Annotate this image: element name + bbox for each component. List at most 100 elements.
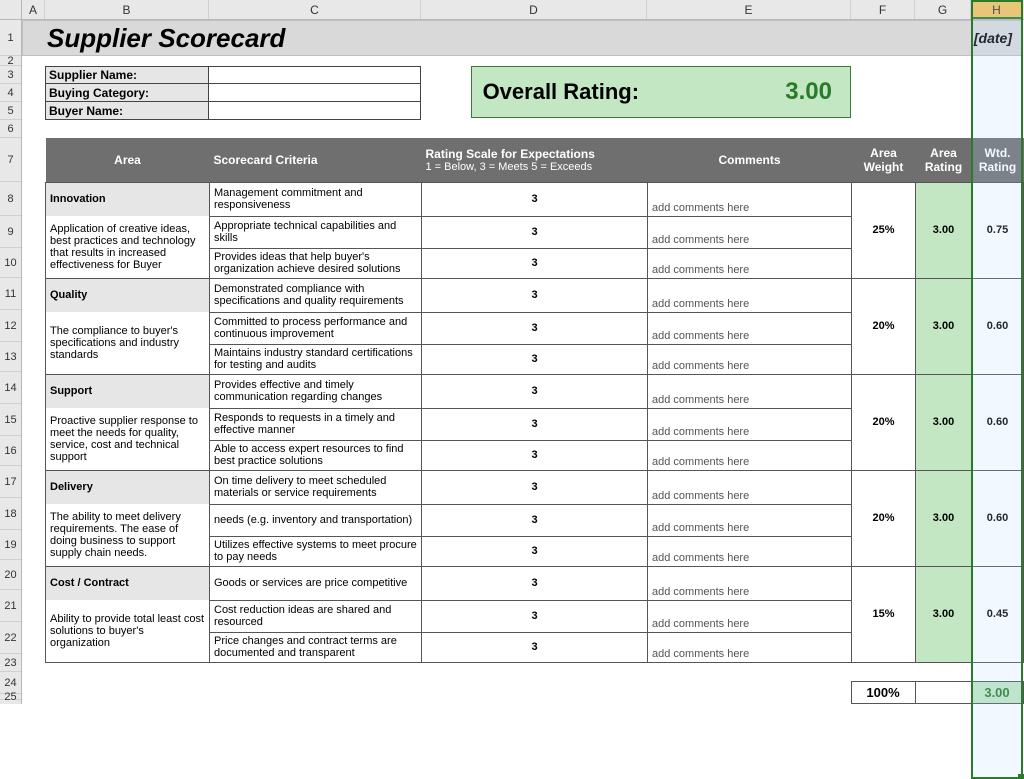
criteria-cell[interactable]: Maintains industry standard certificatio… — [210, 344, 422, 374]
comments-cell[interactable]: add comments here — [648, 374, 852, 408]
row-header-13[interactable]: 13 — [0, 342, 21, 372]
comments-cell[interactable]: add comments here — [648, 440, 852, 470]
col-header-B[interactable]: B — [45, 0, 209, 19]
row-header-gutter[interactable]: 1234567891011121314151617181920212223242… — [0, 20, 22, 704]
row-header-16[interactable]: 16 — [0, 436, 21, 466]
row-header-18[interactable]: 18 — [0, 498, 21, 530]
rating-cell[interactable]: 3 — [422, 566, 648, 600]
criteria-cell[interactable]: Price changes and contract terms are doc… — [210, 632, 422, 662]
rating-cell[interactable]: 3 — [422, 344, 648, 374]
buyer-name-cell[interactable] — [209, 102, 421, 120]
rating-cell[interactable]: 3 — [422, 408, 648, 440]
rating-cell[interactable]: 3 — [422, 312, 648, 344]
col-header-E[interactable]: E — [647, 0, 851, 19]
column-header-row[interactable]: A B C D E F G H — [0, 0, 1024, 20]
rating-cell[interactable]: 3 — [422, 600, 648, 632]
col-header-G[interactable]: G — [915, 0, 971, 19]
table-row[interactable]: SupportProvides effective and timely com… — [46, 374, 1024, 408]
table-row[interactable]: DeliveryOn time delivery to meet schedul… — [46, 470, 1024, 504]
rating-cell[interactable]: 3 — [422, 440, 648, 470]
criteria-cell[interactable]: Provides effective and timely communicat… — [210, 374, 422, 408]
comments-cell[interactable]: add comments here — [648, 600, 852, 632]
row-header-3[interactable]: 3 — [0, 66, 21, 84]
criteria-cell[interactable]: needs (e.g. inventory and transportation… — [210, 504, 422, 536]
rating-cell[interactable]: 3 — [422, 536, 648, 566]
area-name: Delivery — [46, 470, 210, 504]
area-weight-cell[interactable]: 20% — [852, 470, 916, 566]
row-header-11[interactable]: 11 — [0, 278, 21, 310]
comments-cell[interactable]: add comments here — [648, 504, 852, 536]
criteria-cell[interactable]: Committed to process performance and con… — [210, 312, 422, 344]
row-header-12[interactable]: 12 — [0, 310, 21, 342]
criteria-cell[interactable]: Goods or services are price competitive — [210, 566, 422, 600]
row-header-1[interactable]: 1 — [0, 20, 21, 56]
row-header-21[interactable]: 21 — [0, 590, 21, 622]
rating-cell[interactable]: 3 — [422, 470, 648, 504]
row-header-5[interactable]: 5 — [0, 102, 21, 120]
criteria-cell[interactable]: Utilizes effective systems to meet procu… — [210, 536, 422, 566]
row-header-9[interactable]: 9 — [0, 216, 21, 248]
row-header-25[interactable]: 25 — [0, 694, 21, 700]
row-header-15[interactable]: 15 — [0, 404, 21, 436]
criteria-cell[interactable]: Demonstrated compliance with specificati… — [210, 278, 422, 312]
comments-cell[interactable]: add comments here — [648, 278, 852, 312]
comments-cell[interactable]: add comments here — [648, 408, 852, 440]
rating-cell[interactable]: 3 — [422, 278, 648, 312]
col-header-F[interactable]: F — [851, 0, 915, 19]
area-description: Application of creative ideas, best prac… — [46, 216, 210, 278]
criteria-cell[interactable]: Responds to requests in a timely and eff… — [210, 408, 422, 440]
table-row[interactable]: Cost / ContractGoods or services are pri… — [46, 566, 1024, 600]
table-row[interactable]: QualityDemonstrated compliance with spec… — [46, 278, 1024, 312]
scorecard-table[interactable]: Area Scorecard Criteria Rating Scale for… — [45, 138, 1024, 663]
col-header-C[interactable]: C — [209, 0, 421, 19]
row-header-14[interactable]: 14 — [0, 372, 21, 404]
area-weight-cell[interactable]: 20% — [852, 278, 916, 374]
comments-cell[interactable]: add comments here — [648, 344, 852, 374]
comments-cell[interactable]: add comments here — [648, 312, 852, 344]
col-header-A[interactable]: A — [22, 0, 45, 19]
rating-cell[interactable]: 3 — [422, 374, 648, 408]
criteria-cell[interactable]: Able to access expert resources to find … — [210, 440, 422, 470]
area-weight-cell[interactable]: 25% — [852, 182, 916, 278]
row-header-17[interactable]: 17 — [0, 466, 21, 498]
supplier-name-cell[interactable] — [209, 66, 421, 84]
date-placeholder: [date] — [974, 30, 1022, 46]
row-header-2[interactable]: 2 — [0, 56, 21, 66]
row-header-7[interactable]: 7 — [0, 138, 21, 182]
area-weight-cell[interactable]: 20% — [852, 374, 916, 470]
selection-fill-handle[interactable] — [1018, 774, 1024, 779]
criteria-cell[interactable]: Appropriate technical capabilities and s… — [210, 216, 422, 248]
criteria-cell[interactable]: Cost reduction ideas are shared and reso… — [210, 600, 422, 632]
comments-cell[interactable]: add comments here — [648, 248, 852, 278]
comments-cell[interactable]: add comments here — [648, 470, 852, 504]
rating-cell[interactable]: 3 — [422, 632, 648, 662]
comments-cell[interactable]: add comments here — [648, 536, 852, 566]
criteria-cell[interactable]: Management commitment and responsiveness — [210, 182, 422, 216]
row-header-6[interactable]: 6 — [0, 120, 21, 138]
rating-cell[interactable]: 3 — [422, 248, 648, 278]
criteria-cell[interactable]: On time delivery to meet scheduled mater… — [210, 470, 422, 504]
row-header-22[interactable]: 22 — [0, 622, 21, 654]
rating-cell[interactable]: 3 — [422, 216, 648, 248]
comments-cell[interactable]: add comments here — [648, 216, 852, 248]
criteria-cell[interactable]: Provides ideas that help buyer's organiz… — [210, 248, 422, 278]
row-header-20[interactable]: 20 — [0, 560, 21, 590]
row-header-19[interactable]: 19 — [0, 530, 21, 560]
row-header-23[interactable]: 23 — [0, 654, 21, 672]
select-all-corner[interactable] — [0, 0, 22, 19]
area-description: Ability to provide total least cost solu… — [46, 600, 210, 662]
table-row[interactable]: InnovationManagement commitment and resp… — [46, 182, 1024, 216]
comments-cell[interactable]: add comments here — [648, 632, 852, 662]
buyer-name-label: Buyer Name: — [45, 102, 209, 120]
comments-cell[interactable]: add comments here — [648, 182, 852, 216]
row-header-8[interactable]: 8 — [0, 182, 21, 216]
row-header-4[interactable]: 4 — [0, 84, 21, 102]
comments-cell[interactable]: add comments here — [648, 566, 852, 600]
buying-category-cell[interactable] — [209, 84, 421, 102]
col-header-H[interactable]: H — [971, 0, 1023, 19]
row-header-10[interactable]: 10 — [0, 248, 21, 278]
rating-cell[interactable]: 3 — [422, 504, 648, 536]
rating-cell[interactable]: 3 — [422, 182, 648, 216]
col-header-D[interactable]: D — [421, 0, 647, 19]
area-weight-cell[interactable]: 15% — [852, 566, 916, 662]
